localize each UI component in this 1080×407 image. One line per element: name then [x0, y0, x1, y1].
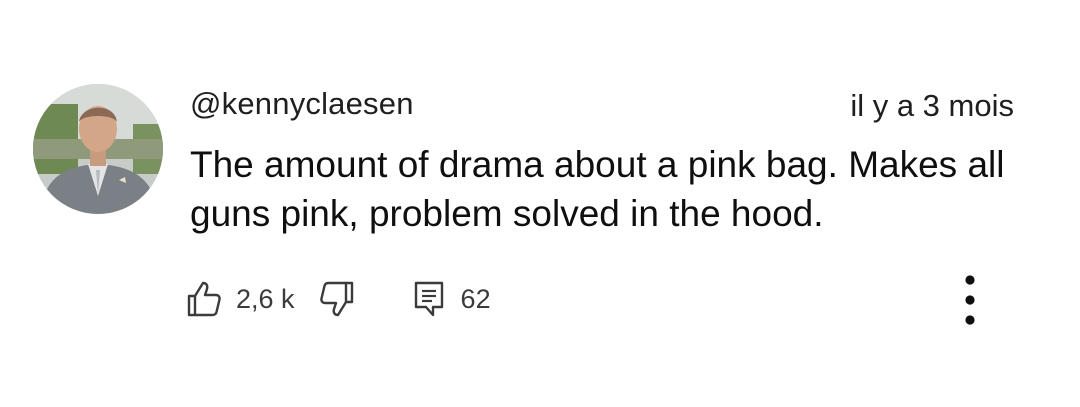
- comment-icon: [414, 281, 443, 317]
- comment-timestamp: il y a 3 mois: [850, 88, 1014, 123]
- comment-author[interactable]: @kennyclaesen: [190, 86, 414, 122]
- reply-count: 62: [460, 283, 491, 314]
- avatar[interactable]: [33, 84, 163, 214]
- more-vertical-icon: [965, 275, 975, 325]
- reply-button[interactable]: [411, 279, 447, 319]
- like-count: 2,6 k: [236, 283, 295, 314]
- dislike-button[interactable]: [319, 279, 355, 319]
- comment-item: @kennyclaesen il y a 3 mois The amount o…: [0, 0, 1080, 407]
- profile-photo-icon: [33, 84, 163, 214]
- like-button[interactable]: [186, 279, 222, 319]
- more-options-button[interactable]: [952, 272, 988, 328]
- comment-actions: 2,6 k 62: [186, 278, 491, 320]
- comment-text: The amount of drama about a pink bag. Ma…: [190, 144, 1005, 234]
- thumbs-up-icon: [187, 281, 221, 317]
- thumbs-down-icon: [319, 281, 353, 317]
